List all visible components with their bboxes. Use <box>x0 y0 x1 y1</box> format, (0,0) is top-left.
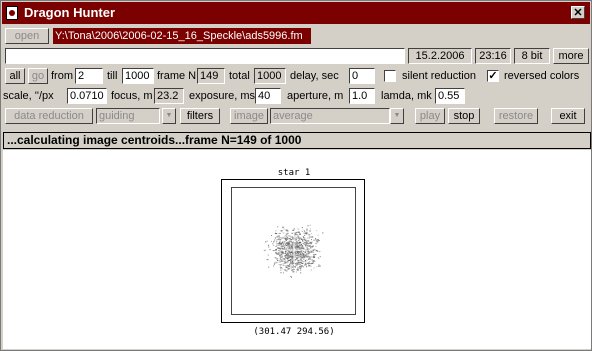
speckle-image <box>263 224 324 278</box>
aperture-input[interactable]: 1.0 <box>349 88 375 104</box>
delay-label: delay, sec <box>290 70 339 82</box>
till-input[interactable]: 1000 <box>122 68 154 84</box>
delay-input[interactable]: 0 <box>349 68 375 84</box>
frame-value: 149 <box>197 68 225 84</box>
params-row: scale, ''/px 0.0710 focus, m 23.2 exposu… <box>3 86 591 106</box>
image-button[interactable]: image <box>230 108 268 124</box>
dropdown-arrow-icon[interactable]: ▼ <box>162 108 176 124</box>
file-path-field[interactable]: Y:\Tona\2006\2006-02-15_16_Speckle\ads59… <box>53 28 311 44</box>
frame-row: all go from 2 till 1000 frame N 149 tota… <box>3 66 591 86</box>
data-reduction-button[interactable]: data reduction <box>5 108 93 124</box>
total-label: total <box>229 70 250 82</box>
status-bar: ...calculating image centroids...frame N… <box>3 132 591 149</box>
all-button[interactable]: all <box>5 68 25 84</box>
exposure-label: exposure, ms <box>189 90 256 102</box>
lamda-input[interactable]: 0.55 <box>435 88 465 104</box>
file-row: open Y:\Tona\2006\2006-02-15_16_Speckle\… <box>3 26 591 46</box>
silent-reduction-label: silent reduction <box>402 70 476 82</box>
filters-button[interactable]: filters <box>180 108 220 124</box>
lamda-label: lamda, mk <box>381 90 432 102</box>
reversed-colors-label: reversed colors <box>504 70 580 82</box>
restore-button[interactable]: restore <box>494 108 538 124</box>
dropdown-arrow-icon[interactable]: ▼ <box>390 108 404 124</box>
play-button[interactable]: play <box>415 108 445 124</box>
checkbox-checked-icon[interactable]: ✓ <box>487 70 499 82</box>
scale-input[interactable]: 0.0710 <box>67 88 107 104</box>
exposure-input[interactable]: 40 <box>255 88 281 104</box>
app-window: Dragon Hunter ✕ open Y:\Tona\2006\2006-0… <box>0 0 592 351</box>
aperture-label: aperture, m <box>287 90 344 102</box>
average-select[interactable]: average <box>270 108 390 124</box>
go-button[interactable]: go <box>28 68 48 84</box>
plot-title: star 1 <box>277 168 311 178</box>
frame-label: frame N <box>157 70 197 82</box>
close-icon[interactable]: ✕ <box>571 6 585 19</box>
title-bar[interactable]: Dragon Hunter ✕ <box>2 2 590 24</box>
plot-frame <box>231 187 356 315</box>
stop-button[interactable]: stop <box>448 108 480 124</box>
time-field: 23:16 <box>475 48 511 64</box>
focus-label: focus, m <box>111 90 153 102</box>
scale-label: scale, ''/px <box>3 90 54 102</box>
image-canvas[interactable]: star 1 (301.47 294.56) <box>3 150 591 349</box>
dragon-app-icon <box>6 6 18 20</box>
exit-button[interactable]: exit <box>551 108 585 124</box>
till-label: till <box>107 70 118 82</box>
more-button[interactable]: more <box>553 48 589 64</box>
info-row: 15.2.2006 23:16 8 bit more <box>3 46 591 66</box>
open-button[interactable]: open <box>5 28 49 44</box>
from-input[interactable]: 2 <box>75 68 103 84</box>
actions-row: data reduction guiding ▼ filters image a… <box>3 106 591 126</box>
guiding-select[interactable]: guiding <box>96 108 160 124</box>
silent-reduction-checkbox[interactable] <box>384 70 396 82</box>
info-field <box>5 48 405 64</box>
centroid-coords: (301.47 294.56) <box>253 327 335 337</box>
star-plot[interactable]: star 1 (301.47 294.56) <box>221 168 365 337</box>
window-title: Dragon Hunter <box>24 5 115 20</box>
date-field: 15.2.2006 <box>408 48 472 64</box>
bits-field: 8 bit <box>514 48 550 64</box>
from-label: from <box>51 70 73 82</box>
total-value: 1000 <box>254 68 286 84</box>
focus-value: 23.2 <box>154 88 184 104</box>
